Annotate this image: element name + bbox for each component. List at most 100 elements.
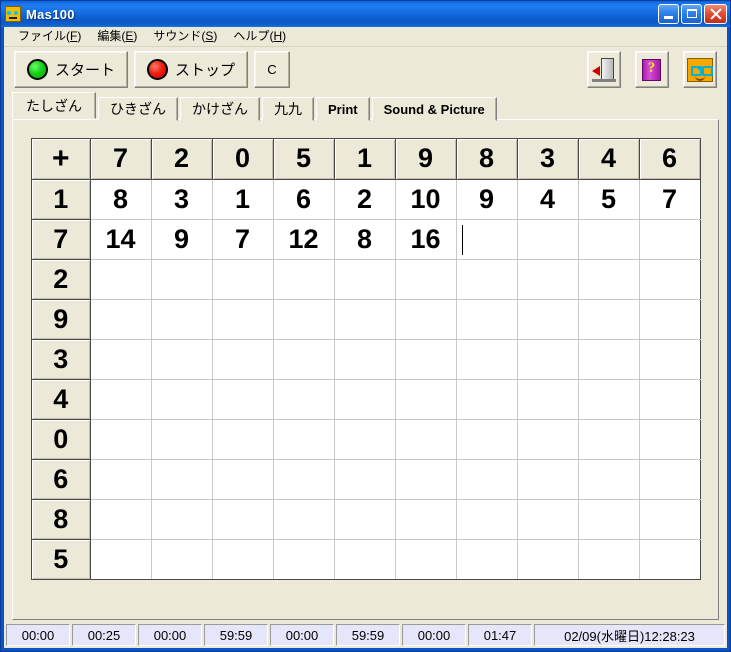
grid-answer-cell[interactable] [151,299,213,340]
grid-answer-cell[interactable] [334,259,396,300]
grid-answer-cell[interactable] [517,459,579,500]
grid-answer-cell[interactable] [334,499,396,540]
grid-answer-cell[interactable] [90,459,152,500]
grid-answer-cell[interactable] [456,459,518,500]
grid-answer-cell[interactable] [456,539,518,580]
grid-answer-cell[interactable] [273,339,335,380]
grid-answer-cell[interactable] [90,419,152,460]
grid-answer-cell[interactable] [212,539,274,580]
grid-answer-cell[interactable] [639,299,701,340]
grid-answer-cell[interactable]: 6 [273,179,335,220]
grid-answer-cell[interactable] [334,419,396,460]
grid-answer-cell[interactable] [273,299,335,340]
grid-answer-cell[interactable] [334,539,396,580]
about-button[interactable] [683,51,717,88]
close-button[interactable] [704,4,727,24]
grid-answer-cell[interactable] [517,419,579,460]
grid-answer-cell[interactable] [578,379,640,420]
menu-edit[interactable]: 編集(E) [89,28,145,45]
grid-answer-cell[interactable] [639,539,701,580]
grid-answer-cell[interactable] [578,539,640,580]
grid-answer-cell[interactable] [456,299,518,340]
grid-answer-cell[interactable]: 10 [395,179,457,220]
grid-answer-cell[interactable] [639,499,701,540]
grid-answer-cell[interactable] [456,379,518,420]
grid-answer-cell[interactable] [517,539,579,580]
grid-answer-cell[interactable] [578,499,640,540]
grid-answer-cell[interactable] [395,339,457,380]
grid-answer-cell[interactable] [151,419,213,460]
tab-sound-picture[interactable]: Sound & Picture [371,97,497,121]
grid-answer-cell[interactable] [90,259,152,300]
grid-answer-cell[interactable] [395,499,457,540]
grid-answer-cell[interactable]: 3 [151,179,213,220]
exit-button[interactable] [587,51,621,88]
grid-answer-cell[interactable] [517,219,579,260]
grid-answer-cell[interactable] [212,459,274,500]
stop-button[interactable]: ストップ [134,51,248,88]
grid-answer-cell[interactable] [517,259,579,300]
grid-answer-cell[interactable] [395,459,457,500]
grid-answer-cell[interactable] [151,499,213,540]
grid-answer-cell[interactable] [456,339,518,380]
grid-answer-cell[interactable] [578,339,640,380]
grid-answer-cell[interactable]: 7 [212,219,274,260]
grid-answer-cell[interactable] [578,299,640,340]
grid-answer-cell[interactable]: 1 [212,179,274,220]
grid-answer-cell[interactable] [395,539,457,580]
grid-answer-cell[interactable] [273,379,335,420]
grid-answer-cell[interactable]: 5 [578,179,640,220]
maximize-button[interactable] [681,4,702,24]
grid-answer-cell[interactable] [273,459,335,500]
grid-answer-cell[interactable] [334,339,396,380]
grid-answer-cell[interactable] [517,299,579,340]
grid-answer-cell[interactable] [212,419,274,460]
grid-answer-cell[interactable] [517,379,579,420]
grid-answer-cell[interactable] [90,379,152,420]
grid-answer-cell[interactable] [151,259,213,300]
grid-answer-cell[interactable] [395,299,457,340]
tab-kuku[interactable]: 九九 [262,97,314,121]
start-button[interactable]: スタート [14,51,128,88]
minimize-button[interactable] [658,4,679,24]
grid-answer-cell[interactable]: 8 [90,179,152,220]
tab-kakezan[interactable]: かけざん [180,97,260,121]
menu-sound[interactable]: サウンド(S) [145,28,225,45]
grid-answer-cell[interactable] [151,379,213,420]
grid-answer-cell[interactable] [517,499,579,540]
grid-answer-cell[interactable] [639,259,701,300]
menu-help[interactable]: ヘルプ(H) [225,28,294,45]
grid-answer-cell[interactable] [456,499,518,540]
grid-answer-cell[interactable] [639,459,701,500]
grid-answer-cell[interactable] [151,459,213,500]
grid-answer-cell[interactable] [334,299,396,340]
grid-answer-cell[interactable] [212,259,274,300]
grid-answer-cell[interactable] [578,419,640,460]
grid-answer-cell[interactable] [456,259,518,300]
grid-answer-cell[interactable]: 7 [639,179,701,220]
grid-answer-cell[interactable] [273,259,335,300]
help-button[interactable]: ? [635,51,669,88]
menu-file[interactable]: ファイル(F) [10,28,89,45]
grid-answer-cell[interactable] [90,339,152,380]
grid-answer-cell[interactable] [639,419,701,460]
grid-answer-cell[interactable]: 8 [334,219,396,260]
grid-answer-cell[interactable] [456,219,518,260]
grid-answer-cell[interactable] [273,419,335,460]
grid-answer-cell[interactable] [212,499,274,540]
grid-answer-cell[interactable] [151,339,213,380]
grid-answer-cell[interactable]: 16 [395,219,457,260]
grid-answer-cell[interactable] [212,299,274,340]
grid-answer-cell[interactable] [578,459,640,500]
grid-answer-cell[interactable] [395,419,457,460]
grid-answer-cell[interactable] [578,219,640,260]
grid-answer-cell[interactable] [639,339,701,380]
grid-answer-cell[interactable] [395,259,457,300]
clear-button[interactable]: C [254,51,290,88]
grid-answer-cell[interactable] [212,379,274,420]
grid-answer-cell[interactable] [456,419,518,460]
grid-answer-cell[interactable] [517,339,579,380]
grid-answer-cell[interactable] [334,379,396,420]
grid-answer-cell[interactable] [90,499,152,540]
grid-answer-cell[interactable] [273,499,335,540]
